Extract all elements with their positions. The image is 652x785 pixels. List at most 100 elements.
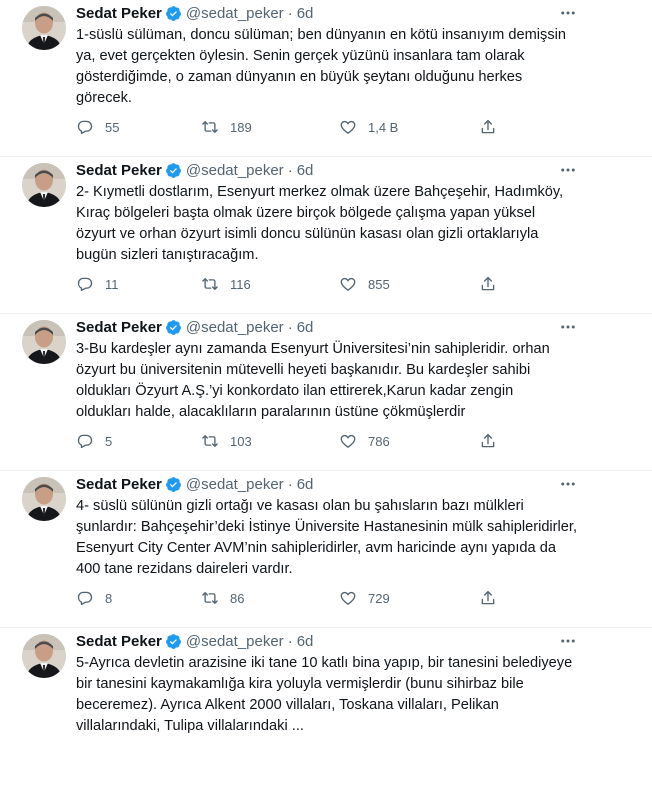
like-button[interactable]: 729 (339, 586, 479, 610)
reply-icon (77, 591, 93, 606)
author-handle[interactable]: @sedat_peker (186, 162, 284, 179)
author-handle[interactable]: @sedat_peker (186, 476, 284, 493)
share-button[interactable] (479, 115, 516, 139)
separator-dot: · (287, 632, 293, 650)
retweet-count: 116 (230, 276, 251, 292)
retweet-count: 189 (230, 119, 252, 135)
timestamp[interactable]: 6d (297, 162, 314, 179)
retweet-button[interactable]: 86 (201, 586, 339, 610)
tweet-header: Sedat Peker @sedat_peker · 6d (76, 631, 592, 651)
share-icon (481, 590, 495, 605)
retweet-icon (202, 592, 218, 604)
retweet-icon (202, 121, 218, 133)
tweet-text: 3-Bu kardeşler aynı zamanda Esenyurt Üni… (76, 341, 550, 420)
tweet[interactable]: Sedat Peker @sedat_peker · 6d 4- süslü s… (0, 471, 652, 628)
tweet-actions: 11 116 855 (76, 272, 516, 296)
verified-badge-icon (165, 5, 181, 21)
timestamp[interactable]: 6d (297, 476, 314, 493)
tweet-actions: 5 103 786 (76, 429, 516, 453)
author-handle[interactable]: @sedat_peker (186, 319, 284, 336)
share-button[interactable] (479, 272, 516, 296)
share-icon (481, 433, 495, 448)
like-icon (340, 120, 356, 134)
tweet-text: 2- Kıymetli dostlarım, Esenyurt merkez o… (76, 184, 564, 263)
author-name[interactable]: Sedat Peker (76, 633, 162, 650)
tweet[interactable]: Sedat Peker @sedat_peker · 6d 5-Ayrıca d… (0, 628, 652, 785)
like-count: 786 (368, 433, 390, 449)
tweet-text: 5-Ayrıca devletin arazisine iki tane 10 … (76, 655, 573, 734)
more-icon[interactable] (558, 160, 578, 180)
share-button[interactable] (479, 429, 516, 453)
more-icon[interactable] (558, 631, 578, 651)
verified-badge-icon (165, 476, 181, 492)
author-name[interactable]: Sedat Peker (76, 162, 162, 179)
author-handle[interactable]: @sedat_peker (186, 633, 284, 650)
reply-icon (77, 277, 93, 292)
tweet-header: Sedat Peker @sedat_peker · 6d (76, 474, 592, 494)
reply-button[interactable]: 55 (76, 115, 201, 139)
timestamp[interactable]: 6d (297, 5, 314, 22)
avatar[interactable] (22, 634, 66, 678)
tweet-header: Sedat Peker @sedat_peker · 6d (76, 317, 592, 337)
avatar[interactable] (22, 320, 66, 364)
timestamp[interactable]: 6d (297, 633, 314, 650)
retweet-icon (202, 435, 218, 447)
reply-count: 8 (105, 590, 113, 606)
avatar[interactable] (22, 477, 66, 521)
separator-dot: · (287, 475, 293, 493)
tweet-header: Sedat Peker @sedat_peker · 6d (76, 3, 592, 23)
like-button[interactable]: 855 (339, 272, 479, 296)
retweet-count: 86 (230, 590, 245, 606)
like-icon (340, 277, 356, 291)
profile-photo (22, 163, 66, 207)
tweet-header: Sedat Peker @sedat_peker · 6d (76, 160, 592, 180)
verified-badge-icon (165, 319, 181, 335)
reply-button[interactable]: 8 (76, 586, 201, 610)
reply-button[interactable]: 11 (76, 272, 201, 296)
verified-badge-icon (165, 162, 181, 178)
retweet-button[interactable]: 103 (201, 429, 339, 453)
more-icon[interactable] (558, 474, 578, 494)
tweet[interactable]: Sedat Peker @sedat_peker · 6d 1-süslü sü… (0, 0, 652, 157)
profile-photo (22, 634, 66, 678)
tweet[interactable]: Sedat Peker @sedat_peker · 6d 2- Kıymetl… (0, 157, 652, 314)
more-icon[interactable] (558, 317, 578, 337)
tweet[interactable]: Sedat Peker @sedat_peker · 6d 3-Bu karde… (0, 314, 652, 471)
retweet-button[interactable]: 116 (201, 272, 339, 296)
like-button[interactable]: 1,4 B (339, 115, 479, 139)
tweet-text: 4- süslü sülünün gizli ortağı ve kasası … (76, 498, 578, 577)
timeline: Sedat Peker @sedat_peker · 6d 1-süslü sü… (0, 0, 652, 785)
author-name[interactable]: Sedat Peker (76, 319, 162, 336)
profile-photo (22, 477, 66, 521)
reply-count: 55 (105, 119, 120, 135)
share-icon (481, 119, 495, 134)
reply-count: 11 (105, 276, 119, 292)
reply-button[interactable]: 5 (76, 429, 201, 453)
timestamp[interactable]: 6d (297, 319, 314, 336)
author-name[interactable]: Sedat Peker (76, 5, 162, 22)
author-handle[interactable]: @sedat_peker (186, 5, 284, 22)
retweet-button[interactable]: 189 (201, 115, 339, 139)
separator-dot: · (287, 318, 293, 336)
like-icon (340, 434, 356, 448)
like-count: 1,4 B (368, 119, 399, 135)
retweet-icon (202, 278, 218, 290)
reply-count: 5 (105, 433, 113, 449)
retweet-count: 103 (230, 433, 252, 449)
like-button[interactable]: 786 (339, 429, 479, 453)
author-name[interactable]: Sedat Peker (76, 476, 162, 493)
reply-icon (77, 120, 93, 135)
verified-badge-icon (165, 633, 181, 649)
like-count: 855 (368, 276, 390, 292)
like-icon (340, 591, 356, 605)
more-icon[interactable] (558, 3, 578, 23)
avatar[interactable] (22, 6, 66, 50)
like-count: 729 (368, 590, 390, 606)
separator-dot: · (287, 161, 293, 179)
reply-icon (77, 434, 93, 449)
avatar[interactable] (22, 163, 66, 207)
share-icon (481, 276, 495, 291)
profile-photo (22, 6, 66, 50)
share-button[interactable] (479, 586, 516, 610)
profile-photo (22, 320, 66, 364)
